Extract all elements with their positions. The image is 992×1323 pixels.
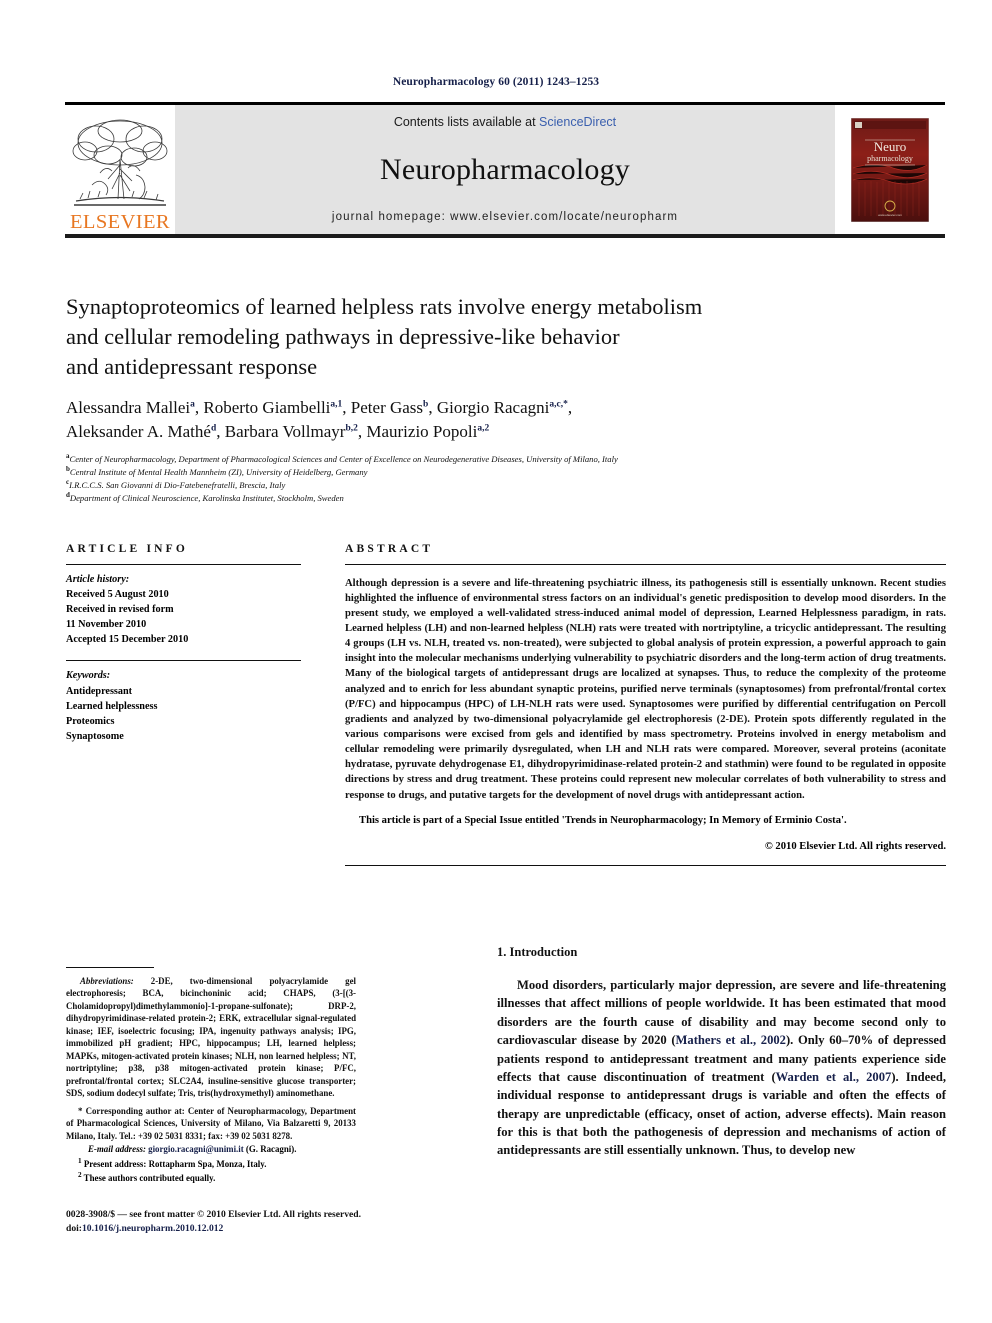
affiliation-text: I.R.C.C.S. San Giovanni di Dio-Fatebenef… bbox=[69, 480, 286, 491]
journal-title: Neuropharmacology bbox=[380, 153, 630, 186]
email-link[interactable]: giorgio.racagni@unimi.it bbox=[148, 1144, 244, 1154]
abbreviations-text: 2-DE, two-dimensional polyacrylamide gel… bbox=[66, 976, 356, 1099]
article-info-heading: ARTICLE INFO bbox=[66, 543, 189, 555]
affiliation-text: Central Institute of Mental Health Mannh… bbox=[69, 467, 368, 478]
abbreviations-label: Abbreviations: bbox=[80, 976, 134, 986]
footer-issn-block: 0028-3908/$ — see front matter © 2010 El… bbox=[66, 1208, 496, 1235]
article-history-item: Received 5 August 2010 bbox=[66, 589, 169, 601]
article-title: Synaptoproteomics of learned helpless ra… bbox=[66, 292, 946, 382]
keywords-rule bbox=[66, 660, 301, 662]
contents-lists-prefix: Contents lists available at bbox=[393, 115, 540, 129]
elsevier-wordmark: ELSEVIER bbox=[70, 210, 170, 233]
doi-line: doi:10.1016/j.neuropharm.2010.12.012 bbox=[66, 1222, 496, 1236]
note-text-1: Present address: Rottapharm Spa, Monza, … bbox=[81, 1158, 267, 1169]
keywords-label: Keywords: bbox=[66, 670, 111, 682]
doi-value[interactable]: 10.1016/j.neuropharm.2010.12.012 bbox=[82, 1223, 223, 1234]
author-affil-mark: a bbox=[190, 399, 195, 410]
introduction-section: 1. Introduction Mood disorders, particul… bbox=[497, 945, 946, 1160]
author-note-2: 2 These authors contributed equally. bbox=[66, 1171, 356, 1184]
affiliation-item: cI.R.C.C.S. San Giovanni di Dio-Fatebene… bbox=[66, 479, 946, 492]
citation-link[interactable]: Warden et al., 2007 bbox=[776, 1070, 892, 1084]
masthead-center: Contents lists available at ScienceDirec… bbox=[175, 105, 835, 234]
journal-article-page: Neuropharmacology 60 (2011) 1243–1253 EL… bbox=[0, 0, 992, 1323]
abstract-end-rule bbox=[345, 864, 946, 866]
author-name[interactable]: Maurizio Popoli bbox=[366, 422, 477, 441]
info-abstract-columns: ARTICLE INFO Article history: Received 5… bbox=[66, 543, 946, 866]
abstract-copyright: © 2010 Elsevier Ltd. All rights reserved… bbox=[764, 841, 946, 853]
keyword-item: Proteomics bbox=[66, 715, 115, 727]
affiliation-text: Center of Neuropharmacology, Department … bbox=[69, 454, 618, 465]
journal-homepage-line[interactable]: journal homepage: www.elsevier.com/locat… bbox=[332, 211, 678, 223]
issn-line: 0028-3908/$ — see front matter © 2010 El… bbox=[66, 1209, 362, 1220]
introduction-heading: 1. Introduction bbox=[497, 945, 578, 959]
abstract-column: ABSTRACT Although depression is a severe… bbox=[345, 543, 946, 866]
email-suffix: (G. Racagni). bbox=[243, 1144, 297, 1155]
author-name[interactable]: Alessandra Mallei bbox=[66, 398, 190, 417]
author-name[interactable]: Giorgio Racagni bbox=[437, 398, 550, 417]
elsevier-logo: ELSEVIER bbox=[65, 105, 175, 234]
keyword-item: Antidepressant bbox=[66, 685, 133, 697]
contents-lists-line: Contents lists available at ScienceDirec… bbox=[394, 115, 616, 129]
author-name[interactable]: Peter Gass bbox=[351, 398, 423, 417]
journal-cover-thumbnail: Neuro pharmacology www.elsevier.com bbox=[835, 105, 945, 234]
article-history-item: 11 November 2010 bbox=[66, 619, 147, 631]
email-label: E-mail address: bbox=[88, 1144, 146, 1155]
footnotes-block: Abbreviations: 2-DE, two-dimensional pol… bbox=[66, 967, 356, 1185]
affiliation-item: dDepartment of Clinical Neuroscience, Ka… bbox=[66, 492, 946, 505]
author-affil-mark: a,1 bbox=[330, 399, 343, 410]
author-affil-mark: b bbox=[423, 399, 429, 410]
article-info-column: ARTICLE INFO Article history: Received 5… bbox=[66, 543, 301, 866]
article-history-item: Received in revised form bbox=[66, 604, 174, 616]
journal-masthead: ELSEVIER Contents lists available at Sci… bbox=[65, 102, 945, 238]
article-info-rule bbox=[66, 564, 301, 565]
corresponding-author-note: * Corresponding author at: Center of Neu… bbox=[66, 1105, 356, 1141]
svg-text:pharmacology: pharmacology bbox=[867, 154, 913, 163]
citation-link[interactable]: Mathers et al., 2002 bbox=[676, 1033, 786, 1047]
title-block: Synaptoproteomics of learned helpless ra… bbox=[66, 292, 946, 505]
author-note-1: 1 Present address: Rottapharm Spa, Monza… bbox=[66, 1157, 356, 1170]
author-affil-mark: d bbox=[210, 423, 217, 434]
abstract-heading: ABSTRACT bbox=[345, 543, 434, 555]
doi-prefix: doi: bbox=[66, 1222, 82, 1234]
abstract-rule bbox=[345, 564, 946, 565]
author-affil-mark: a,c,* bbox=[549, 399, 568, 410]
keyword-item: Synaptosome bbox=[66, 730, 124, 742]
article-title-line-1: Synaptoproteomics of learned helpless ra… bbox=[66, 294, 703, 319]
affiliation-text: Department of Clinical Neuroscience, Kar… bbox=[69, 493, 344, 504]
affiliation-list: aCenter of Neuropharmacology, Department… bbox=[66, 453, 946, 505]
sciencedirect-link[interactable]: ScienceDirect bbox=[539, 115, 616, 129]
article-history-item: Accepted 15 December 2010 bbox=[66, 634, 189, 646]
article-history-label: Article history: bbox=[66, 574, 130, 585]
abstract-special-issue-note: This article is part of a Special Issue … bbox=[359, 815, 847, 827]
article-title-line-2: and cellular remodeling pathways in depr… bbox=[66, 323, 620, 349]
author-affil-mark: a,2 bbox=[477, 423, 490, 434]
svg-text:www.elsevier.com: www.elsevier.com bbox=[878, 213, 902, 217]
article-title-line-3: and antidepressant response bbox=[66, 353, 318, 379]
abbreviations-note: Abbreviations: 2-DE, two-dimensional pol… bbox=[66, 975, 356, 1100]
introduction-paragraph: Mood disorders, particularly major depre… bbox=[497, 976, 946, 1160]
running-head: Neuropharmacology 60 (2011) 1243–1253 bbox=[392, 76, 600, 88]
keyword-item: Learned helplessness bbox=[66, 700, 158, 712]
abstract-body: Although depression is a severe and life… bbox=[345, 577, 946, 801]
author-name[interactable]: Roberto Giambelli bbox=[203, 398, 330, 417]
author-affil-mark: b,2 bbox=[345, 423, 358, 434]
author-name[interactable]: Aleksander A. Mathé bbox=[66, 422, 211, 441]
note-text-2: These authors contributed equally. bbox=[81, 1173, 216, 1184]
author-name[interactable]: Barbara Vollmayr bbox=[225, 422, 346, 441]
affiliation-item: aCenter of Neuropharmacology, Department… bbox=[66, 453, 946, 466]
elsevier-tree-icon bbox=[72, 119, 168, 206]
journal-cover-image: Neuro pharmacology www.elsevier.com bbox=[851, 117, 929, 222]
author-list: Alessandra Malleia, Roberto Giambellia,1… bbox=[66, 397, 573, 441]
masthead-bottom-rule bbox=[65, 234, 945, 238]
affiliation-item: bCentral Institute of Mental Health Mann… bbox=[66, 466, 946, 479]
email-note: E-mail address: giorgio.racagni@unimi.it… bbox=[66, 1143, 356, 1155]
svg-text:Neuro: Neuro bbox=[874, 139, 907, 154]
footnote-separator-rule bbox=[66, 967, 154, 968]
